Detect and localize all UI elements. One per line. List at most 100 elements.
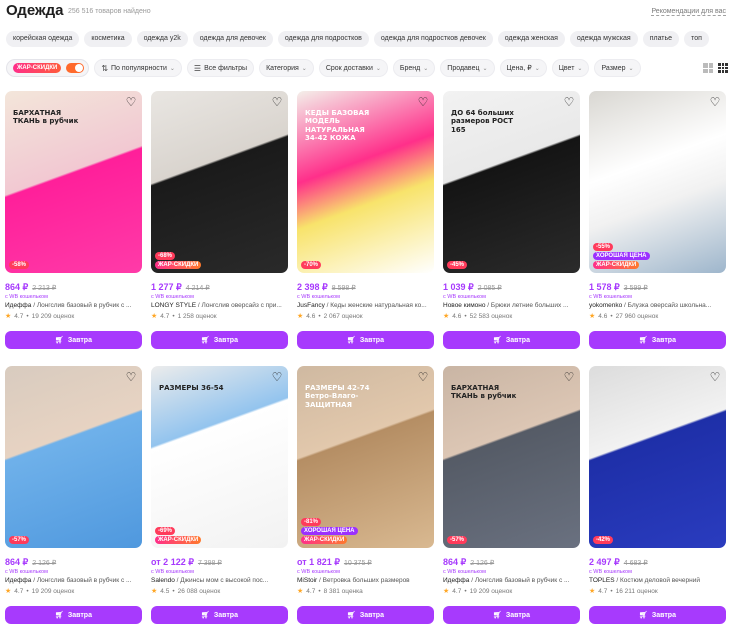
product-card[interactable]: БАРХАТНАЯ ТКАНЬ в рубчик ♡ -58% 864 ₽ 2 … bbox=[5, 91, 142, 349]
chevron-down-icon: ⌄ bbox=[301, 65, 307, 72]
product-photo[interactable]: БАРХАТНАЯ ТКАНЬ в рубчик ♡ -58% bbox=[5, 91, 142, 273]
chevron-down-icon: ⌄ bbox=[577, 65, 583, 72]
toggle-switch[interactable] bbox=[66, 63, 85, 73]
tag-chip[interactable]: одежда для подростков bbox=[277, 31, 369, 47]
rating-value: 4.6 bbox=[452, 312, 462, 320]
product-card[interactable]: ♡ -57% 864 ₽ 2 126 ₽ с WB кошельком Идеф… bbox=[5, 366, 142, 624]
tag-chip[interactable]: корейская одежда bbox=[6, 31, 80, 47]
product-photo[interactable]: ДО 64 больших размеров РОСТ 165 ♡ -45% bbox=[443, 91, 580, 273]
discount-badge: -81% bbox=[301, 518, 322, 526]
product-name[interactable]: Идеффа / Лонгслив базовый в рубчик с ... bbox=[5, 577, 142, 584]
cart-icon: 🛒︎ bbox=[639, 612, 648, 619]
filter-seller[interactable]: Продавец ⌄ bbox=[440, 59, 495, 77]
sort-button[interactable]: ⇅ По популярности ⌄ bbox=[94, 59, 182, 77]
discount-badge: -42% bbox=[593, 536, 614, 544]
product-photo[interactable]: ♡ -68% ЖАР-СКИДКИ bbox=[151, 91, 288, 273]
product-card[interactable]: ♡ -55% ХОРОШАЯ ЦЕНА ЖАР-СКИДКИ 1 578 ₽ 3… bbox=[589, 91, 726, 349]
product-name[interactable]: Salendo / Джинсы мом с высокой пос... bbox=[151, 577, 288, 584]
tag-chip[interactable]: одежда для подростков девочек bbox=[373, 31, 493, 47]
product-brand: MiStoir bbox=[297, 577, 318, 584]
product-card[interactable]: ♡ -68% ЖАР-СКИДКИ 1 277 ₽ 4 214 ₽ с WB к… bbox=[151, 91, 288, 349]
price-row: 2 398 ₽ 8 598 ₽ bbox=[297, 282, 434, 293]
product-card[interactable]: БАРХАТНАЯ ТКАНЬ в рубчик ♡ -57% 864 ₽ 2 … bbox=[443, 366, 580, 624]
add-to-cart-button[interactable]: 🛒︎ Завтра bbox=[5, 331, 142, 349]
add-to-cart-button[interactable]: 🛒︎ Завтра bbox=[151, 331, 288, 349]
add-to-cart-button[interactable]: 🛒︎ Завтра bbox=[589, 331, 726, 349]
filter-category[interactable]: Категория ⌄ bbox=[259, 59, 314, 77]
add-to-cart-button[interactable]: 🛒︎ Завтра bbox=[297, 606, 434, 624]
tag-chip[interactable]: платье bbox=[642, 31, 680, 47]
product-photo[interactable]: БАРХАТНАЯ ТКАНЬ в рубчик ♡ -57% bbox=[443, 366, 580, 548]
heart-icon[interactable]: ♡ bbox=[562, 95, 576, 109]
product-name[interactable]: Идеффа / Лонгслив базовый в рубчик с ... bbox=[5, 302, 142, 309]
add-to-cart-button[interactable]: 🛒︎ Завтра bbox=[443, 606, 580, 624]
product-photo[interactable]: РАЗМЕРЫ 36-54 ♡ -69% ЖАР-СКИДКИ bbox=[151, 366, 288, 548]
heart-icon[interactable]: ♡ bbox=[416, 370, 430, 384]
product-card[interactable]: РАЗМЕРЫ 36-54 ♡ -69% ЖАР-СКИДКИ от 2 122… bbox=[151, 366, 288, 624]
tag-chip[interactable]: одежда женская bbox=[497, 31, 565, 47]
chevron-down-icon: ⌄ bbox=[375, 65, 381, 72]
product-photo[interactable]: ♡ -55% ХОРОШАЯ ЦЕНА ЖАР-СКИДКИ bbox=[589, 91, 726, 273]
delivery-label: Завтра bbox=[67, 611, 92, 619]
tag-chip[interactable]: косметика bbox=[84, 31, 132, 47]
heart-icon[interactable]: ♡ bbox=[708, 95, 722, 109]
heart-icon[interactable]: ♡ bbox=[270, 95, 284, 109]
product-title: Брюки летние больших ... bbox=[490, 302, 569, 309]
product-name[interactable]: TOPLES / Костюм деловой вечерний bbox=[589, 577, 726, 584]
recommendations-link[interactable]: Рекомендации для вас bbox=[651, 8, 726, 16]
all-filters-button[interactable]: ☰ Все фильтры bbox=[186, 59, 255, 77]
product-name[interactable]: JusFancy / Кеды женские натуральная ко..… bbox=[297, 302, 434, 309]
heart-icon[interactable]: ♡ bbox=[270, 370, 284, 384]
tag-chip[interactable]: одежда мужская bbox=[569, 31, 638, 47]
hot-discount-badge: ЖАР-СКИДКИ bbox=[155, 536, 202, 544]
product-photo[interactable]: КЕДЫ БАЗОВАЯ МОДЕЛЬ НАТУРАЛЬНАЯ 34-42 КО… bbox=[297, 91, 434, 273]
add-to-cart-button[interactable]: 🛒︎ Завтра bbox=[443, 331, 580, 349]
product-photo[interactable]: ♡ -42% bbox=[589, 366, 726, 548]
product-card[interactable]: РАЗМЕРЫ 42-74 Ветро-Влаго-ЗАЩИТНАЯ ♡ -81… bbox=[297, 366, 434, 624]
heart-icon[interactable]: ♡ bbox=[708, 370, 722, 384]
star-icon: ★ bbox=[589, 588, 596, 595]
heart-icon[interactable]: ♡ bbox=[124, 370, 138, 384]
rating-value: 4.7 bbox=[452, 587, 462, 595]
heart-icon[interactable]: ♡ bbox=[562, 370, 576, 384]
add-to-cart-button[interactable]: 🛒︎ Завтра bbox=[151, 606, 288, 624]
filter-label: Продавец bbox=[447, 64, 480, 72]
product-card[interactable]: ДО 64 больших размеров РОСТ 165 ♡ -45% 1… bbox=[443, 91, 580, 349]
heart-icon[interactable]: ♡ bbox=[124, 95, 138, 109]
wallet-note: с WB кошельком bbox=[443, 569, 486, 575]
grid-small-icon[interactable] bbox=[718, 63, 728, 73]
delivery-label: Завтра bbox=[213, 611, 238, 619]
filter-color[interactable]: Цвет ⌄ bbox=[551, 59, 590, 77]
add-to-cart-button[interactable]: 🛒︎ Завтра bbox=[589, 606, 726, 624]
grid-large-icon[interactable] bbox=[703, 63, 713, 73]
product-photo[interactable]: ♡ -57% bbox=[5, 366, 142, 548]
old-price: 2 126 ₽ bbox=[32, 560, 57, 567]
product-name[interactable]: yokomenko / Блузка оверсайз школьна... bbox=[589, 302, 726, 309]
product-name[interactable]: Идеффа / Лонгслив базовый в рубчик с ... bbox=[443, 577, 580, 584]
add-to-cart-button[interactable]: 🛒︎ Завтра bbox=[297, 331, 434, 349]
tag-chip[interactable]: одежда для девочек bbox=[192, 31, 273, 47]
product-brand: Salendo bbox=[151, 577, 175, 584]
discount-badge: -69% bbox=[155, 527, 176, 535]
old-price: 4 683 ₽ bbox=[623, 560, 648, 567]
product-name[interactable]: LONGY STYLE / Лонгслив оверсайз с при... bbox=[151, 302, 288, 309]
product-card[interactable]: ♡ -42% 2 497 ₽ 4 683 ₽ с WB кошельком TO… bbox=[589, 366, 726, 624]
product-price: 1 039 ₽ bbox=[443, 282, 474, 292]
product-photo[interactable]: РАЗМЕРЫ 42-74 Ветро-Влаго-ЗАЩИТНАЯ ♡ -81… bbox=[297, 366, 434, 548]
filter-brand[interactable]: Бренд ⌄ bbox=[392, 59, 436, 77]
tag-chip[interactable]: одежда y2k bbox=[136, 31, 188, 47]
price-row: 864 ₽ 2 126 ₽ bbox=[5, 557, 142, 568]
filter-price[interactable]: Цена, ₽ ⌄ bbox=[499, 59, 547, 77]
filter-size[interactable]: Размер ⌄ bbox=[594, 59, 641, 77]
sort-icon: ⇅ bbox=[101, 63, 109, 73]
hot-discounts-toggle[interactable]: ЖАР-СКИДКИ bbox=[6, 59, 90, 77]
product-name[interactable]: MiStoir / Ветровка больших размеров bbox=[297, 577, 434, 584]
product-name[interactable]: Новое кимоно / Брюки летние больших ... bbox=[443, 302, 580, 309]
tag-chip[interactable]: топ bbox=[684, 31, 709, 47]
filter-delivery[interactable]: Срок доставки ⌄ bbox=[318, 59, 388, 77]
add-to-cart-button[interactable]: 🛒︎ Завтра bbox=[5, 606, 142, 624]
photo-caption: РАЗМЕРЫ 36-54 bbox=[159, 384, 224, 392]
heart-icon[interactable]: ♡ bbox=[416, 95, 430, 109]
wallet-note: с WB кошельком bbox=[5, 569, 48, 575]
product-card[interactable]: КЕДЫ БАЗОВАЯ МОДЕЛЬ НАТУРАЛЬНАЯ 34-42 КО… bbox=[297, 91, 434, 349]
